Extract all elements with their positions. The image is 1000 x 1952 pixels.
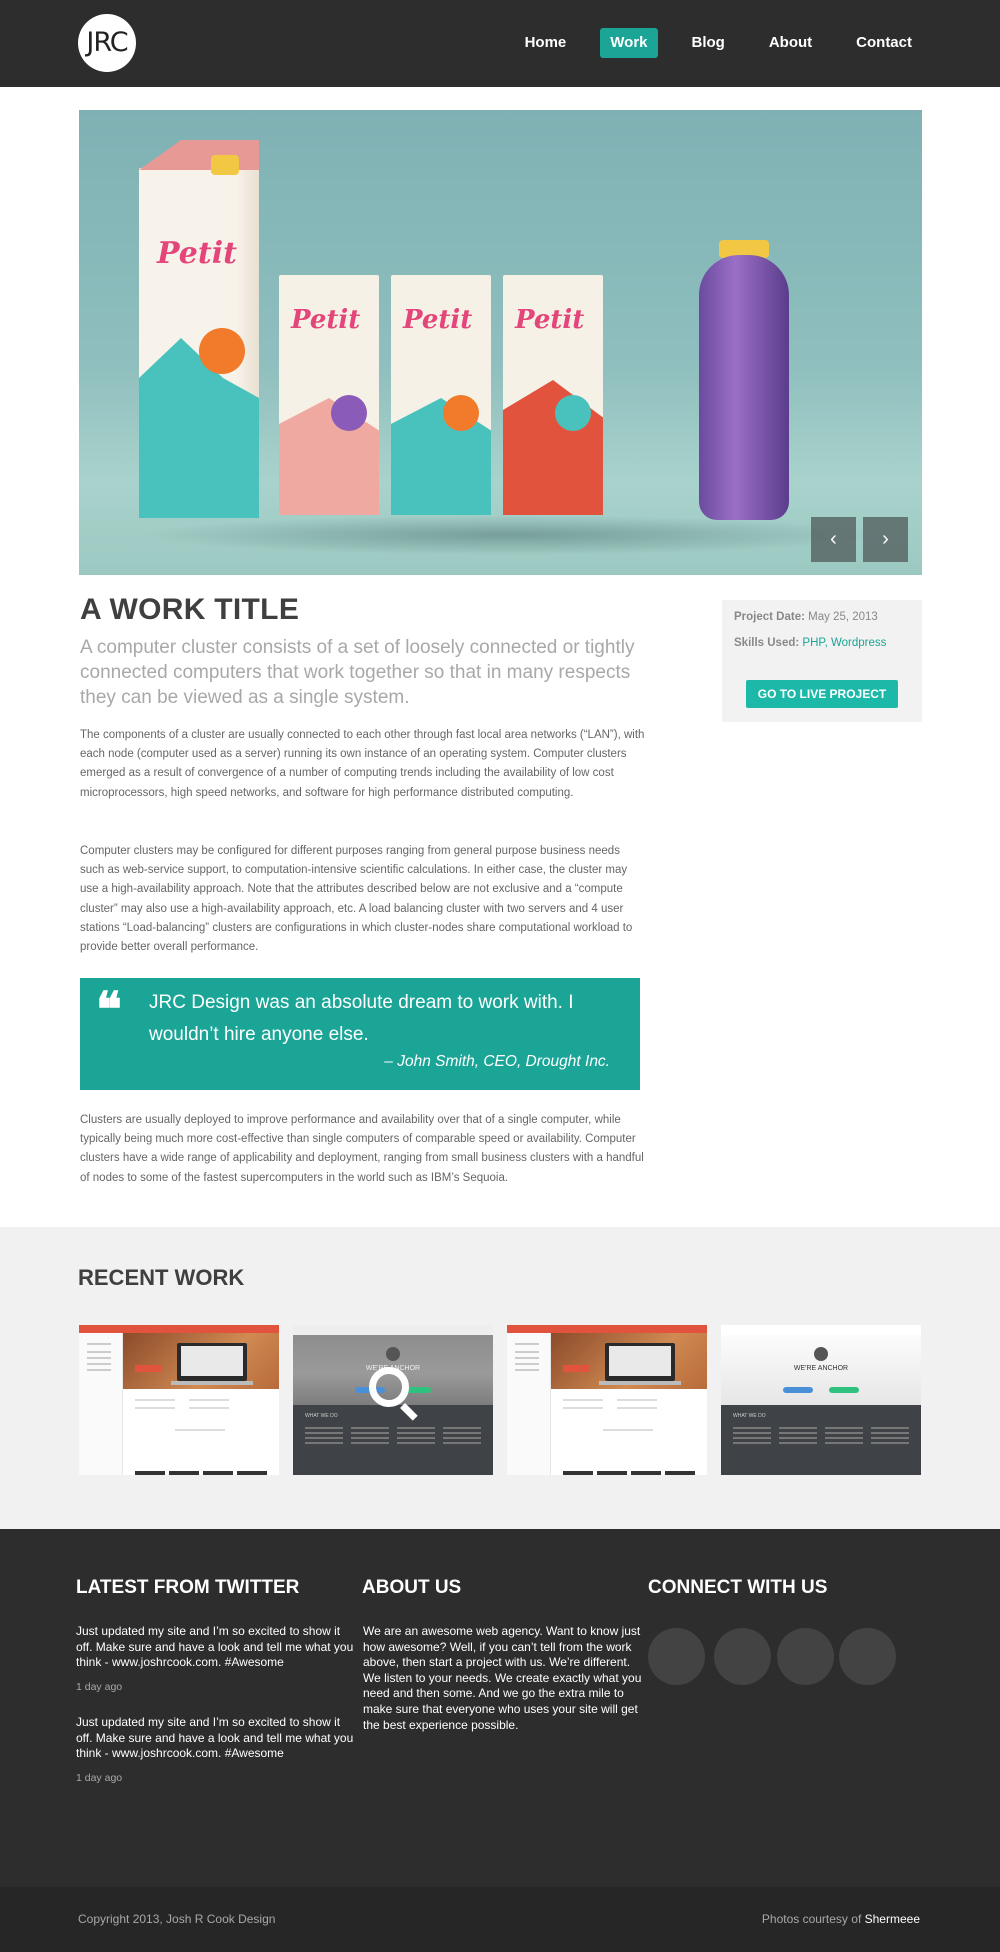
logo[interactable]: JRC — [78, 14, 136, 72]
slider-prev-button[interactable]: ‹ — [811, 517, 856, 562]
work-paragraph-3: Clusters are usually deployed to improve… — [80, 1114, 644, 1184]
recent-work-thumb[interactable] — [79, 1325, 279, 1475]
hero-shadow — [139, 515, 879, 555]
recent-work-section: RECENT WORK WE'RE ANCHOR WHAT WE DO WE'R… — [0, 1227, 1000, 1529]
connect-heading: CONNECT WITH US — [648, 1577, 828, 1598]
thumb-section-label: WHAT WE DO — [305, 1413, 338, 1419]
project-skills-value[interactable]: PHP, Wordpress — [802, 637, 886, 649]
work-paragraph-2: Computer clusters may be configured for … — [80, 845, 633, 954]
social-icon[interactable] — [777, 1628, 834, 1685]
live-project-button[interactable]: GO TO LIVE PROJECT — [746, 680, 898, 708]
project-skills: Skills Used: PHP, Wordpress — [734, 637, 886, 649]
page: JRC Home Work Blog About Contact Petit P… — [0, 0, 1000, 1952]
recent-work-thumb[interactable] — [507, 1325, 707, 1475]
credit-prefix: Photos courtesy of — [761, 1912, 865, 1926]
footer-bottom-bar: Copyright 2013, Josh R Cook Design Photo… — [0, 1887, 1000, 1952]
brand-label: Petit — [157, 236, 237, 271]
work-title: A WORK TITLE — [80, 593, 300, 626]
project-date: Project Date: May 25, 2013 — [734, 611, 878, 623]
about-text: We are an awesome web agency. Want to kn… — [363, 1624, 642, 1732]
work-lead: A computer cluster consists of a set of … — [80, 637, 635, 708]
carton-cap — [211, 155, 239, 175]
nav-contact[interactable]: Contact — [846, 28, 922, 58]
work-paragraph-1: The components of a cluster are usually … — [80, 729, 645, 799]
nav-work[interactable]: Work — [600, 28, 658, 58]
quote-citation: – John Smith, CEO, Drought Inc. — [384, 1053, 610, 1070]
tweet-time: 1 day ago — [76, 1681, 123, 1693]
quote-mark-icon: ❝ — [96, 982, 122, 1038]
social-icon[interactable] — [714, 1628, 771, 1685]
hero-slider: Petit Petit Petit Petit ‹ › — [79, 110, 922, 575]
product-carton-1: Petit — [279, 275, 379, 515]
tweet-text: Just updated my site and I’m so excited … — [76, 1624, 354, 1670]
photo-credit: Photos courtesy of Shermeee — [762, 1912, 920, 1926]
social-icon[interactable] — [839, 1628, 896, 1685]
quote-text: JRC Design was an absolute dream to work… — [149, 992, 574, 1045]
copyright: Copyright 2013, Josh R Cook Design — [78, 1912, 276, 1926]
brand-label-small: Petit — [403, 305, 473, 335]
product-carton-large: Petit — [139, 140, 259, 518]
tweet-text: Just updated my site and I’m so excited … — [76, 1715, 354, 1761]
slider-next-button[interactable]: › — [863, 517, 908, 562]
testimonial-quote: ❝ JRC Design was an absolute dream to wo… — [80, 978, 640, 1090]
product-carton-3: Petit — [503, 275, 603, 515]
credit-link[interactable]: Shermeee — [865, 1912, 920, 1926]
site-header: JRC Home Work Blog About Contact — [0, 0, 1000, 87]
recent-work-heading: RECENT WORK — [78, 1265, 245, 1290]
thumb-section-label: WHAT WE DO — [733, 1413, 766, 1419]
tweet-time: 1 day ago — [76, 1772, 123, 1784]
nav-blog[interactable]: Blog — [682, 28, 735, 58]
recent-work-thumb[interactable]: WE'RE ANCHOR WHAT WE DO — [721, 1325, 921, 1475]
brand-label-small: Petit — [515, 305, 585, 335]
twitter-heading: LATEST FROM TWITTER — [76, 1577, 300, 1598]
thumb-title: WE'RE ANCHOR — [793, 1365, 849, 1372]
product-carton-2: Petit — [391, 275, 491, 515]
project-date-value: May 25, 2013 — [808, 611, 878, 623]
social-icon[interactable] — [648, 1628, 705, 1685]
project-date-label: Project Date: — [734, 611, 805, 623]
project-meta-box: Project Date: May 25, 2013 Skills Used: … — [722, 600, 922, 722]
nav-about[interactable]: About — [759, 28, 822, 58]
product-bottle — [699, 255, 789, 520]
nav-home[interactable]: Home — [515, 28, 577, 58]
project-skills-label: Skills Used: — [734, 637, 800, 649]
site-footer: LATEST FROM TWITTER ABOUT US CONNECT WIT… — [0, 1529, 1000, 1887]
about-heading: ABOUT US — [362, 1577, 462, 1598]
search-icon — [369, 1367, 409, 1407]
main-nav: Home Work Blog About Contact — [491, 28, 922, 58]
brand-label-small: Petit — [291, 305, 361, 335]
recent-work-thumb[interactable]: WE'RE ANCHOR WHAT WE DO — [293, 1325, 493, 1475]
